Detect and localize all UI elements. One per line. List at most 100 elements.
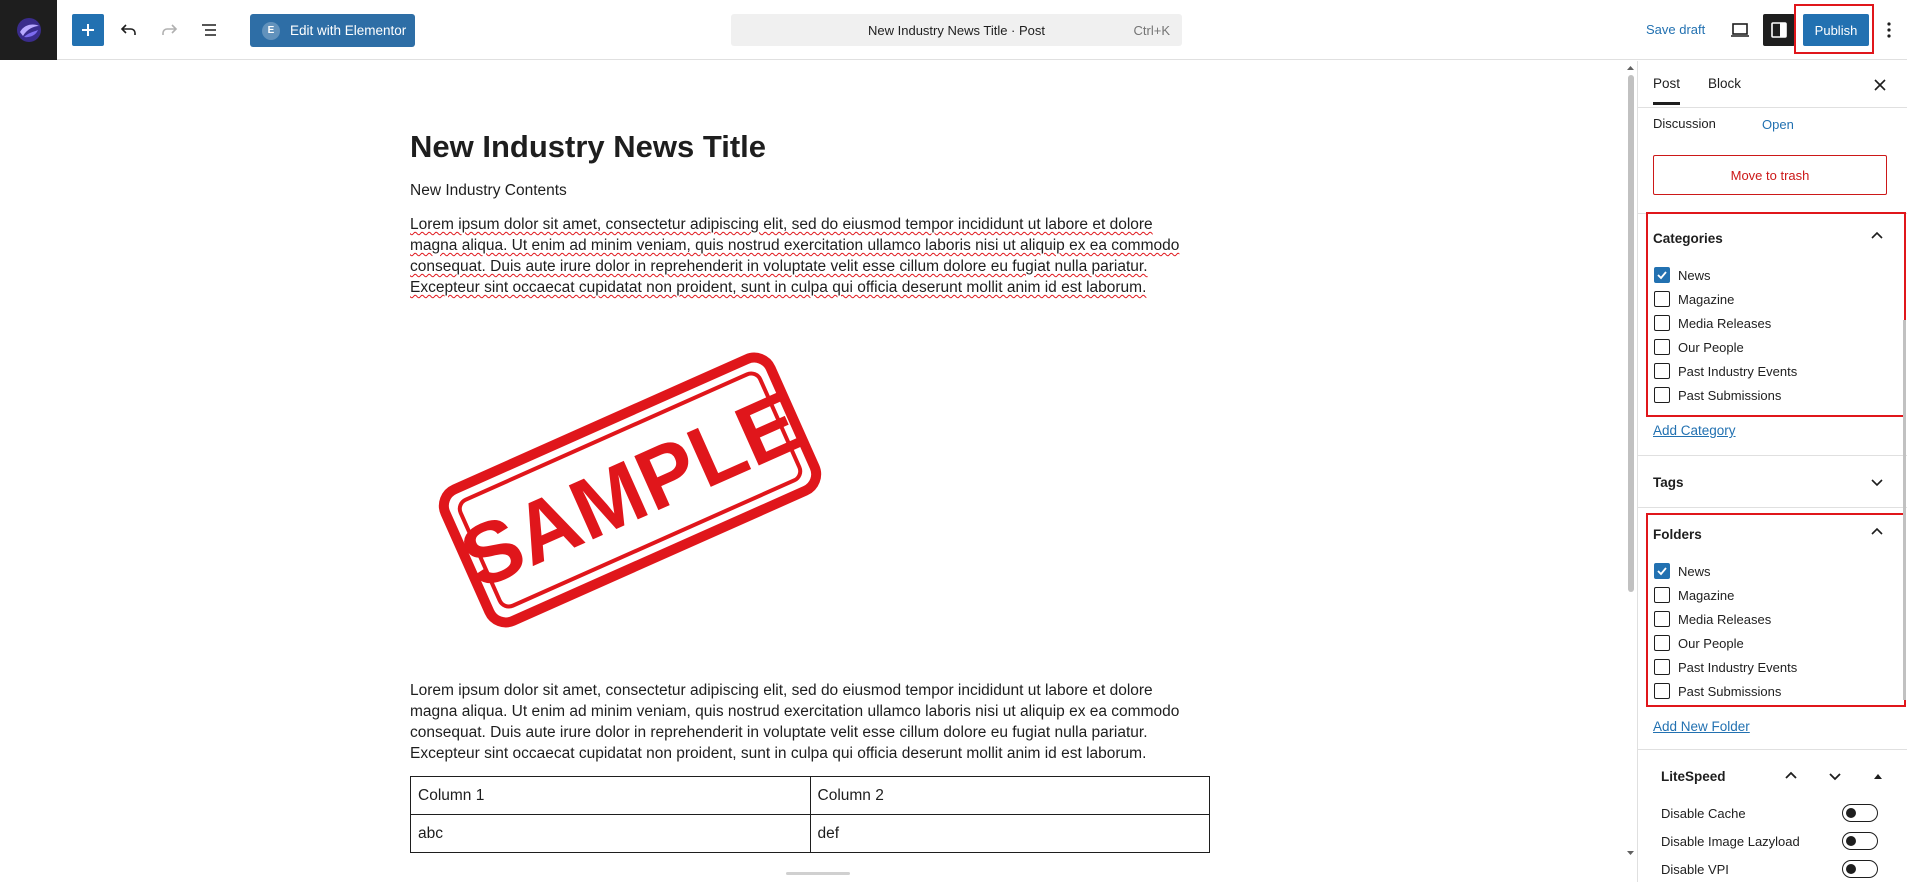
chevron-up-icon[interactable] [1870, 229, 1884, 243]
checkbox[interactable] [1654, 315, 1670, 331]
checkbox-label[interactable]: Media Releases [1678, 612, 1771, 627]
tab-block[interactable]: Block [1708, 76, 1741, 91]
post-content: New Industry News Title New Industry Con… [410, 126, 1210, 298]
list-view-icon [202, 24, 216, 36]
paragraph-line: Excepteur sint occaecat cupidatat non pr… [410, 745, 1147, 762]
close-icon[interactable] [1872, 77, 1888, 93]
logo-icon [16, 18, 41, 42]
checkbox[interactable] [1654, 587, 1670, 603]
chevron-up-icon[interactable] [1870, 525, 1884, 539]
folders-highlight [1646, 513, 1906, 707]
paragraph-line: Lorem ipsum dolor sit amet, consectetur … [410, 682, 1153, 699]
checkbox-label[interactable]: Past Industry Events [1678, 660, 1797, 675]
checkbox-label[interactable]: Past Submissions [1678, 388, 1781, 403]
litespeed-option-label: Disable Cache [1661, 806, 1746, 821]
move-to-trash-button[interactable]: Move to trash [1653, 155, 1887, 195]
document-overview-button[interactable] [193, 14, 225, 46]
litespeed-option-label: Disable Image Lazyload [1661, 834, 1800, 849]
redo-button[interactable] [153, 14, 185, 46]
folders-panel-title[interactable]: Folders [1653, 527, 1702, 542]
table-block[interactable]: Column 1 Column 2 abc def [410, 776, 1210, 853]
categories-panel-title[interactable]: Categories [1653, 231, 1723, 246]
checkbox-label[interactable]: Our People [1678, 636, 1744, 651]
checkbox-label[interactable]: News [1678, 268, 1711, 283]
scroll-down-icon [1627, 851, 1634, 855]
tags-panel-title[interactable]: Tags [1653, 475, 1684, 490]
elementor-label: Edit with Elementor [290, 23, 407, 38]
paragraph-line: magna aliqua. Ut enim ad minim veniam, q… [410, 237, 1180, 254]
litespeed-panel-title: LiteSpeed [1661, 769, 1726, 784]
sample-stamp-image[interactable]: SAMPLE [430, 350, 830, 630]
publish-button[interactable]: Publish [1803, 14, 1869, 46]
checkbox[interactable] [1654, 363, 1670, 379]
table-cell[interactable]: Column 1 [410, 776, 811, 815]
sidebar-scrollbar[interactable] [1903, 320, 1906, 700]
disable-image-lazyload-toggle[interactable] [1842, 832, 1878, 850]
undo-icon [120, 24, 136, 35]
scrollbar-thumb[interactable] [1628, 75, 1634, 592]
checkbox[interactable] [1654, 683, 1670, 699]
paragraph-line: consequat. Duis aute irure dolor in repr… [410, 724, 1148, 741]
settings-toggle-button[interactable] [1763, 14, 1795, 46]
checkbox-label[interactable]: Past Submissions [1678, 684, 1781, 699]
add-block-button[interactable] [72, 14, 104, 46]
paragraph-line: magna aliqua. Ut enim ad minim veniam, q… [410, 703, 1180, 720]
paragraph-block-2[interactable]: Lorem ipsum dolor sit amet, consectetur … [410, 680, 1210, 764]
canvas-scrollbar[interactable] [1624, 61, 1637, 861]
table-cell[interactable]: def [809, 814, 1210, 853]
add-category-link[interactable]: Add Category [1653, 423, 1736, 438]
site-logo[interactable] [0, 0, 57, 60]
paragraph-block-1[interactable]: Lorem ipsum dolor sit amet, consectetur … [410, 214, 1210, 298]
tab-post[interactable]: Post [1653, 76, 1681, 105]
move-down-icon[interactable] [1828, 769, 1842, 783]
sidebar-tabs: Post Block [1638, 61, 1907, 108]
disable-cache-toggle[interactable] [1842, 804, 1878, 822]
table-cell[interactable]: Column 2 [809, 776, 1210, 815]
checkbox[interactable] [1654, 563, 1670, 579]
add-new-folder-link[interactable]: Add New Folder [1653, 719, 1750, 734]
table-cell[interactable]: abc [410, 814, 811, 853]
move-up-icon[interactable] [1784, 769, 1798, 783]
checkbox[interactable] [1654, 339, 1670, 355]
checkbox[interactable] [1654, 635, 1670, 651]
checkbox-label[interactable]: Media Releases [1678, 316, 1771, 331]
chevron-down-icon[interactable] [1870, 475, 1884, 489]
command-palette-bar[interactable]: New Industry News Title · Post Ctrl+K [731, 14, 1182, 46]
collapse-triangle-icon[interactable] [1872, 771, 1884, 781]
options-button[interactable] [1879, 14, 1899, 46]
checkbox[interactable] [1654, 291, 1670, 307]
checkbox[interactable] [1654, 387, 1670, 403]
settings-sidebar: Post Block Discussion Open Move to trash… [1637, 61, 1907, 882]
preview-button[interactable] [1724, 14, 1756, 46]
checkbox-label[interactable]: Past Industry Events [1678, 364, 1797, 379]
checkbox[interactable] [1654, 659, 1670, 675]
post-subtitle[interactable]: New Industry Contents [410, 182, 1210, 200]
plus-icon [82, 24, 94, 36]
toggle-knob [1846, 808, 1856, 818]
checkmark-icon [1657, 271, 1667, 280]
more-vertical-icon [1887, 22, 1891, 38]
divider [1638, 749, 1907, 750]
paragraph-line: consequat. Duis aute irure dolor in repr… [410, 258, 1148, 275]
discussion-value[interactable]: Open [1762, 117, 1794, 132]
post-title[interactable]: New Industry News Title [410, 126, 1210, 168]
editor-header: E Edit with Elementor New Industry News … [0, 0, 1907, 60]
checkbox-label[interactable]: Magazine [1678, 588, 1734, 603]
table-row: Column 1 Column 2 [410, 776, 1210, 815]
edit-with-elementor-button[interactable]: E Edit with Elementor [250, 14, 415, 47]
undo-button[interactable] [113, 14, 145, 46]
desktop-preview-icon [1731, 23, 1749, 37]
checkbox[interactable] [1654, 611, 1670, 627]
toggle-knob [1846, 836, 1856, 846]
checkbox-label[interactable]: Our People [1678, 340, 1744, 355]
resize-handle[interactable] [786, 872, 850, 875]
redo-icon [162, 24, 178, 35]
checkbox-label[interactable]: News [1678, 564, 1711, 579]
checkmark-icon [1657, 567, 1667, 576]
checkbox-label[interactable]: Magazine [1678, 292, 1734, 307]
disable-vpi-toggle[interactable] [1842, 860, 1878, 878]
checkbox[interactable] [1654, 267, 1670, 283]
toggle-knob [1846, 864, 1856, 874]
save-draft-button[interactable]: Save draft [1646, 22, 1705, 37]
litespeed-option-label: Disable VPI [1661, 862, 1729, 877]
